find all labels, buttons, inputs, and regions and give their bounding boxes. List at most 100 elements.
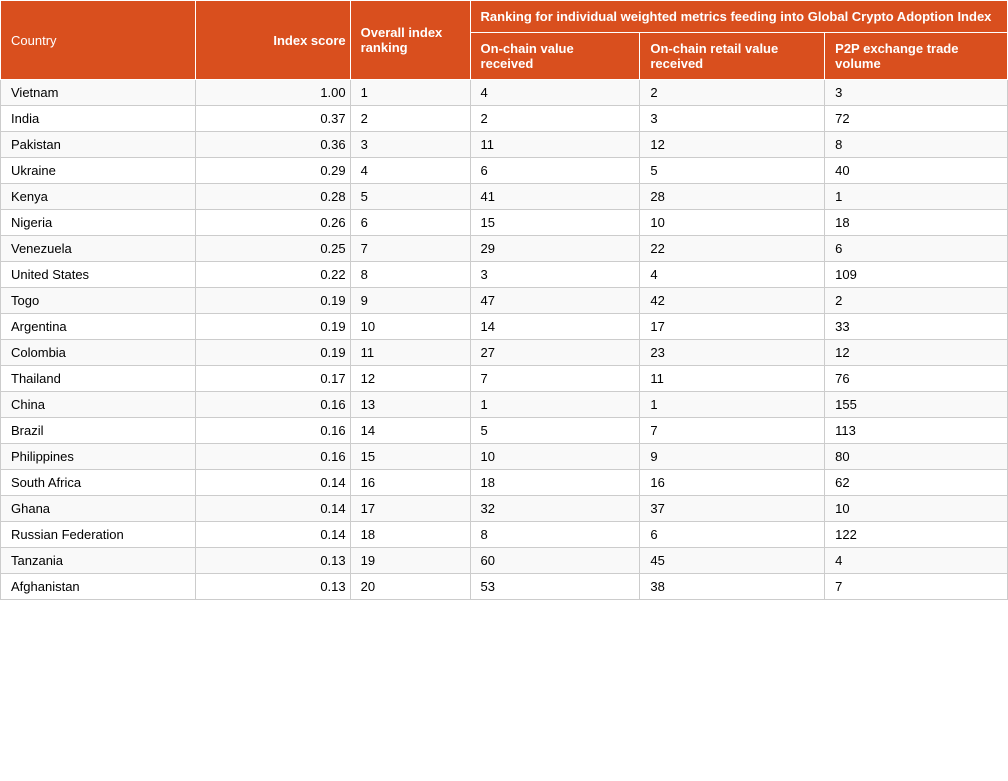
cell-country: Russian Federation	[1, 522, 196, 548]
cell-country: Nigeria	[1, 210, 196, 236]
cell-retail: 4	[640, 262, 825, 288]
cell-index: 0.19	[195, 340, 350, 366]
cell-retail: 7	[640, 418, 825, 444]
cell-ranking: 4	[350, 158, 470, 184]
cell-retail: 3	[640, 106, 825, 132]
cell-onchain: 2	[470, 106, 640, 132]
cell-ranking: 17	[350, 496, 470, 522]
cell-p2p: 76	[825, 366, 1008, 392]
cell-p2p: 4	[825, 548, 1008, 574]
cell-onchain: 11	[470, 132, 640, 158]
cell-p2p: 80	[825, 444, 1008, 470]
cell-index: 0.19	[195, 288, 350, 314]
country-header: Country	[1, 1, 196, 80]
cell-country: Vietnam	[1, 80, 196, 106]
cell-index: 0.16	[195, 392, 350, 418]
header-row-1: Country Index score Overall index rankin…	[1, 1, 1008, 33]
cell-p2p: 40	[825, 158, 1008, 184]
cell-p2p: 62	[825, 470, 1008, 496]
table-row: China 0.16 13 1 1 155	[1, 392, 1008, 418]
cell-country: Afghanistan	[1, 574, 196, 600]
cell-retail: 28	[640, 184, 825, 210]
cell-country: Philippines	[1, 444, 196, 470]
cell-ranking: 10	[350, 314, 470, 340]
cell-retail: 23	[640, 340, 825, 366]
cell-ranking: 8	[350, 262, 470, 288]
table-row: Kenya 0.28 5 41 28 1	[1, 184, 1008, 210]
table-row: Togo 0.19 9 47 42 2	[1, 288, 1008, 314]
cell-p2p: 2	[825, 288, 1008, 314]
cell-p2p: 10	[825, 496, 1008, 522]
cell-country: Kenya	[1, 184, 196, 210]
cell-country: South Africa	[1, 470, 196, 496]
table-row: Pakistan 0.36 3 11 12 8	[1, 132, 1008, 158]
cell-ranking: 11	[350, 340, 470, 366]
cell-retail: 16	[640, 470, 825, 496]
cell-p2p: 155	[825, 392, 1008, 418]
p2p-volume-header: P2P exchange trade volume	[825, 33, 1008, 80]
table-row: United States 0.22 8 3 4 109	[1, 262, 1008, 288]
cell-index: 0.14	[195, 522, 350, 548]
table-row: Ghana 0.14 17 32 37 10	[1, 496, 1008, 522]
cell-p2p: 3	[825, 80, 1008, 106]
cell-ranking: 12	[350, 366, 470, 392]
cell-p2p: 8	[825, 132, 1008, 158]
cell-onchain: 41	[470, 184, 640, 210]
cell-p2p: 12	[825, 340, 1008, 366]
cell-ranking: 5	[350, 184, 470, 210]
cell-p2p: 122	[825, 522, 1008, 548]
cell-ranking: 1	[350, 80, 470, 106]
cell-p2p: 7	[825, 574, 1008, 600]
table-row: Argentina 0.19 10 14 17 33	[1, 314, 1008, 340]
cell-ranking: 20	[350, 574, 470, 600]
cell-country: Pakistan	[1, 132, 196, 158]
cell-country: Ghana	[1, 496, 196, 522]
cell-ranking: 6	[350, 210, 470, 236]
table-row: Colombia 0.19 11 27 23 12	[1, 340, 1008, 366]
cell-country: Thailand	[1, 366, 196, 392]
cell-ranking: 15	[350, 444, 470, 470]
cell-ranking: 3	[350, 132, 470, 158]
cell-p2p: 109	[825, 262, 1008, 288]
cell-retail: 10	[640, 210, 825, 236]
cell-retail: 9	[640, 444, 825, 470]
onchain-value-header: On-chain value received	[470, 33, 640, 80]
cell-onchain: 8	[470, 522, 640, 548]
table-row: Brazil 0.16 14 5 7 113	[1, 418, 1008, 444]
table-row: South Africa 0.14 16 18 16 62	[1, 470, 1008, 496]
cell-onchain: 1	[470, 392, 640, 418]
cell-ranking: 2	[350, 106, 470, 132]
cell-onchain: 47	[470, 288, 640, 314]
overall-ranking-header: Overall index ranking	[350, 1, 470, 80]
table-row: Nigeria 0.26 6 15 10 18	[1, 210, 1008, 236]
cell-index: 0.16	[195, 444, 350, 470]
cell-onchain: 15	[470, 210, 640, 236]
cell-retail: 37	[640, 496, 825, 522]
cell-retail: 17	[640, 314, 825, 340]
cell-country: Tanzania	[1, 548, 196, 574]
cell-p2p: 1	[825, 184, 1008, 210]
index-score-header: Index score	[195, 1, 350, 80]
cell-index: 0.22	[195, 262, 350, 288]
cell-index: 0.26	[195, 210, 350, 236]
cell-p2p: 72	[825, 106, 1008, 132]
cell-index: 0.17	[195, 366, 350, 392]
cell-retail: 6	[640, 522, 825, 548]
cell-country: Brazil	[1, 418, 196, 444]
cell-p2p: 18	[825, 210, 1008, 236]
cell-p2p: 113	[825, 418, 1008, 444]
cell-onchain: 18	[470, 470, 640, 496]
cell-retail: 2	[640, 80, 825, 106]
cell-ranking: 16	[350, 470, 470, 496]
cell-retail: 5	[640, 158, 825, 184]
cell-country: India	[1, 106, 196, 132]
cell-p2p: 33	[825, 314, 1008, 340]
table-row: Philippines 0.16 15 10 9 80	[1, 444, 1008, 470]
cell-index: 0.14	[195, 470, 350, 496]
cell-onchain: 27	[470, 340, 640, 366]
table-row: Tanzania 0.13 19 60 45 4	[1, 548, 1008, 574]
table-row: Thailand 0.17 12 7 11 76	[1, 366, 1008, 392]
table-row: Vietnam 1.00 1 4 2 3	[1, 80, 1008, 106]
cell-retail: 12	[640, 132, 825, 158]
cell-country: Colombia	[1, 340, 196, 366]
